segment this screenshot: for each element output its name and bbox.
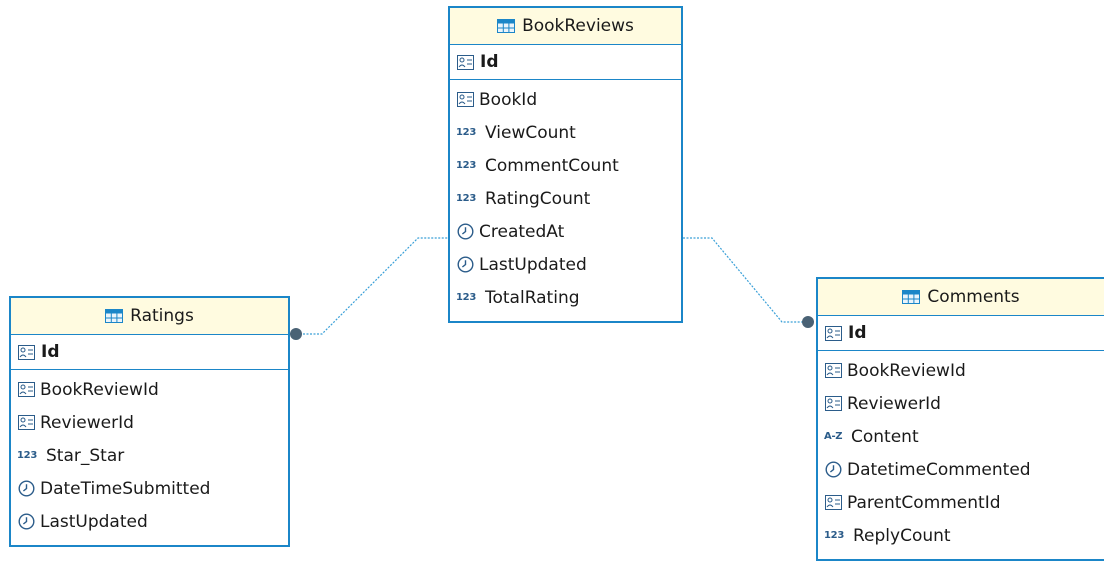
column-name: ReviewerId	[847, 393, 941, 414]
numeric-icon: 123	[17, 450, 37, 461]
text-icon: A-Z	[824, 431, 843, 442]
entity-header[interactable]: BookReviews	[450, 8, 681, 45]
column-name: LastUpdated	[479, 254, 587, 275]
column-name: BookReviewId	[847, 360, 966, 381]
column-row[interactable]: ReviewerId	[818, 387, 1104, 420]
clock-icon	[17, 480, 35, 498]
numeric-icon: 123	[456, 127, 476, 138]
key-icon	[17, 381, 35, 399]
column-list: BookReviewId ReviewerId A-Z Content Datetime…	[818, 351, 1104, 552]
relationship-endpoint-comments[interactable]	[802, 316, 814, 328]
relationship-line-bookreviews-comments[interactable]	[683, 237, 808, 323]
key-icon	[824, 324, 842, 342]
key-icon	[17, 343, 35, 361]
column-name: ReviewerId	[40, 412, 134, 433]
clock-icon	[824, 461, 842, 479]
column-row[interactable]: BookId	[450, 83, 681, 116]
column-row[interactable]: CreatedAt	[450, 215, 681, 248]
numeric-icon: 123	[824, 530, 844, 541]
table-icon	[105, 307, 124, 325]
column-row[interactable]: LastUpdated	[450, 248, 681, 281]
column-name: DatetimeCommented	[847, 459, 1031, 480]
column-name: DateTimeSubmitted	[40, 478, 211, 499]
column-name: Content	[851, 426, 919, 447]
column-row[interactable]: 123 Star_Star	[11, 439, 288, 472]
relationship-line-ratings-bookreviews[interactable]	[296, 237, 448, 335]
column-row[interactable]: ParentCommentId	[818, 486, 1104, 519]
clock-icon	[17, 513, 35, 531]
entity-header[interactable]: Comments	[818, 279, 1104, 316]
key-icon	[17, 414, 35, 432]
clock-icon	[456, 223, 474, 241]
column-name: BookId	[479, 89, 538, 110]
numeric-icon: 123	[456, 292, 476, 303]
column-name: CreatedAt	[479, 221, 565, 242]
column-name: TotalRating	[485, 287, 580, 308]
entity-bookreviews[interactable]: BookReviews Id BookId 123 ViewCount 123 Comm…	[448, 6, 683, 323]
clock-icon	[456, 256, 474, 274]
column-row[interactable]: BookReviewId	[818, 354, 1104, 387]
primary-key-row[interactable]: Id	[450, 45, 681, 80]
entity-title: BookReviews	[522, 16, 634, 36]
entity-title: Comments	[927, 287, 1020, 307]
table-icon	[902, 288, 921, 306]
table-icon	[497, 17, 516, 35]
entity-header[interactable]: Ratings	[11, 298, 288, 335]
primary-key-row[interactable]: Id	[11, 335, 288, 370]
numeric-icon: 123	[456, 193, 476, 204]
primary-key-row[interactable]: Id	[818, 316, 1104, 351]
key-icon	[456, 53, 474, 71]
column-name: Id	[480, 52, 499, 72]
column-name: Id	[41, 342, 60, 362]
numeric-icon: 123	[456, 160, 476, 171]
column-row[interactable]: 123 TotalRating	[450, 281, 681, 314]
relationship-endpoint-ratings[interactable]	[290, 328, 302, 340]
column-row[interactable]: DateTimeSubmitted	[11, 472, 288, 505]
column-row[interactable]: 123 ViewCount	[450, 116, 681, 149]
column-row[interactable]: A-Z Content	[818, 420, 1104, 453]
column-row[interactable]: 123 RatingCount	[450, 182, 681, 215]
column-row[interactable]: BookReviewId	[11, 373, 288, 406]
column-name: CommentCount	[485, 155, 619, 176]
column-list: BookId 123 ViewCount 123 CommentCount 123 Rati…	[450, 80, 681, 314]
key-icon	[824, 362, 842, 380]
key-icon	[824, 395, 842, 413]
column-name: ViewCount	[485, 122, 576, 143]
column-name: RatingCount	[485, 188, 591, 209]
column-name: LastUpdated	[40, 511, 148, 532]
entity-ratings[interactable]: Ratings Id BookReviewId ReviewerId 123 Star…	[9, 296, 290, 547]
column-name: Star_Star	[46, 445, 125, 466]
column-row[interactable]: ReviewerId	[11, 406, 288, 439]
column-name: Id	[848, 323, 867, 343]
column-name: ParentCommentId	[847, 492, 1001, 513]
column-row[interactable]: 123 ReplyCount	[818, 519, 1104, 552]
key-icon	[824, 494, 842, 512]
key-icon	[456, 91, 474, 109]
column-name: BookReviewId	[40, 379, 159, 400]
column-name: ReplyCount	[853, 525, 951, 546]
entity-title: Ratings	[130, 306, 194, 326]
column-row[interactable]: DatetimeCommented	[818, 453, 1104, 486]
column-list: BookReviewId ReviewerId 123 Star_Star DateTi…	[11, 370, 288, 538]
column-row[interactable]: 123 CommentCount	[450, 149, 681, 182]
entity-comments[interactable]: Comments Id BookReviewId ReviewerId A-Z Con…	[816, 277, 1104, 561]
column-row[interactable]: LastUpdated	[11, 505, 288, 538]
